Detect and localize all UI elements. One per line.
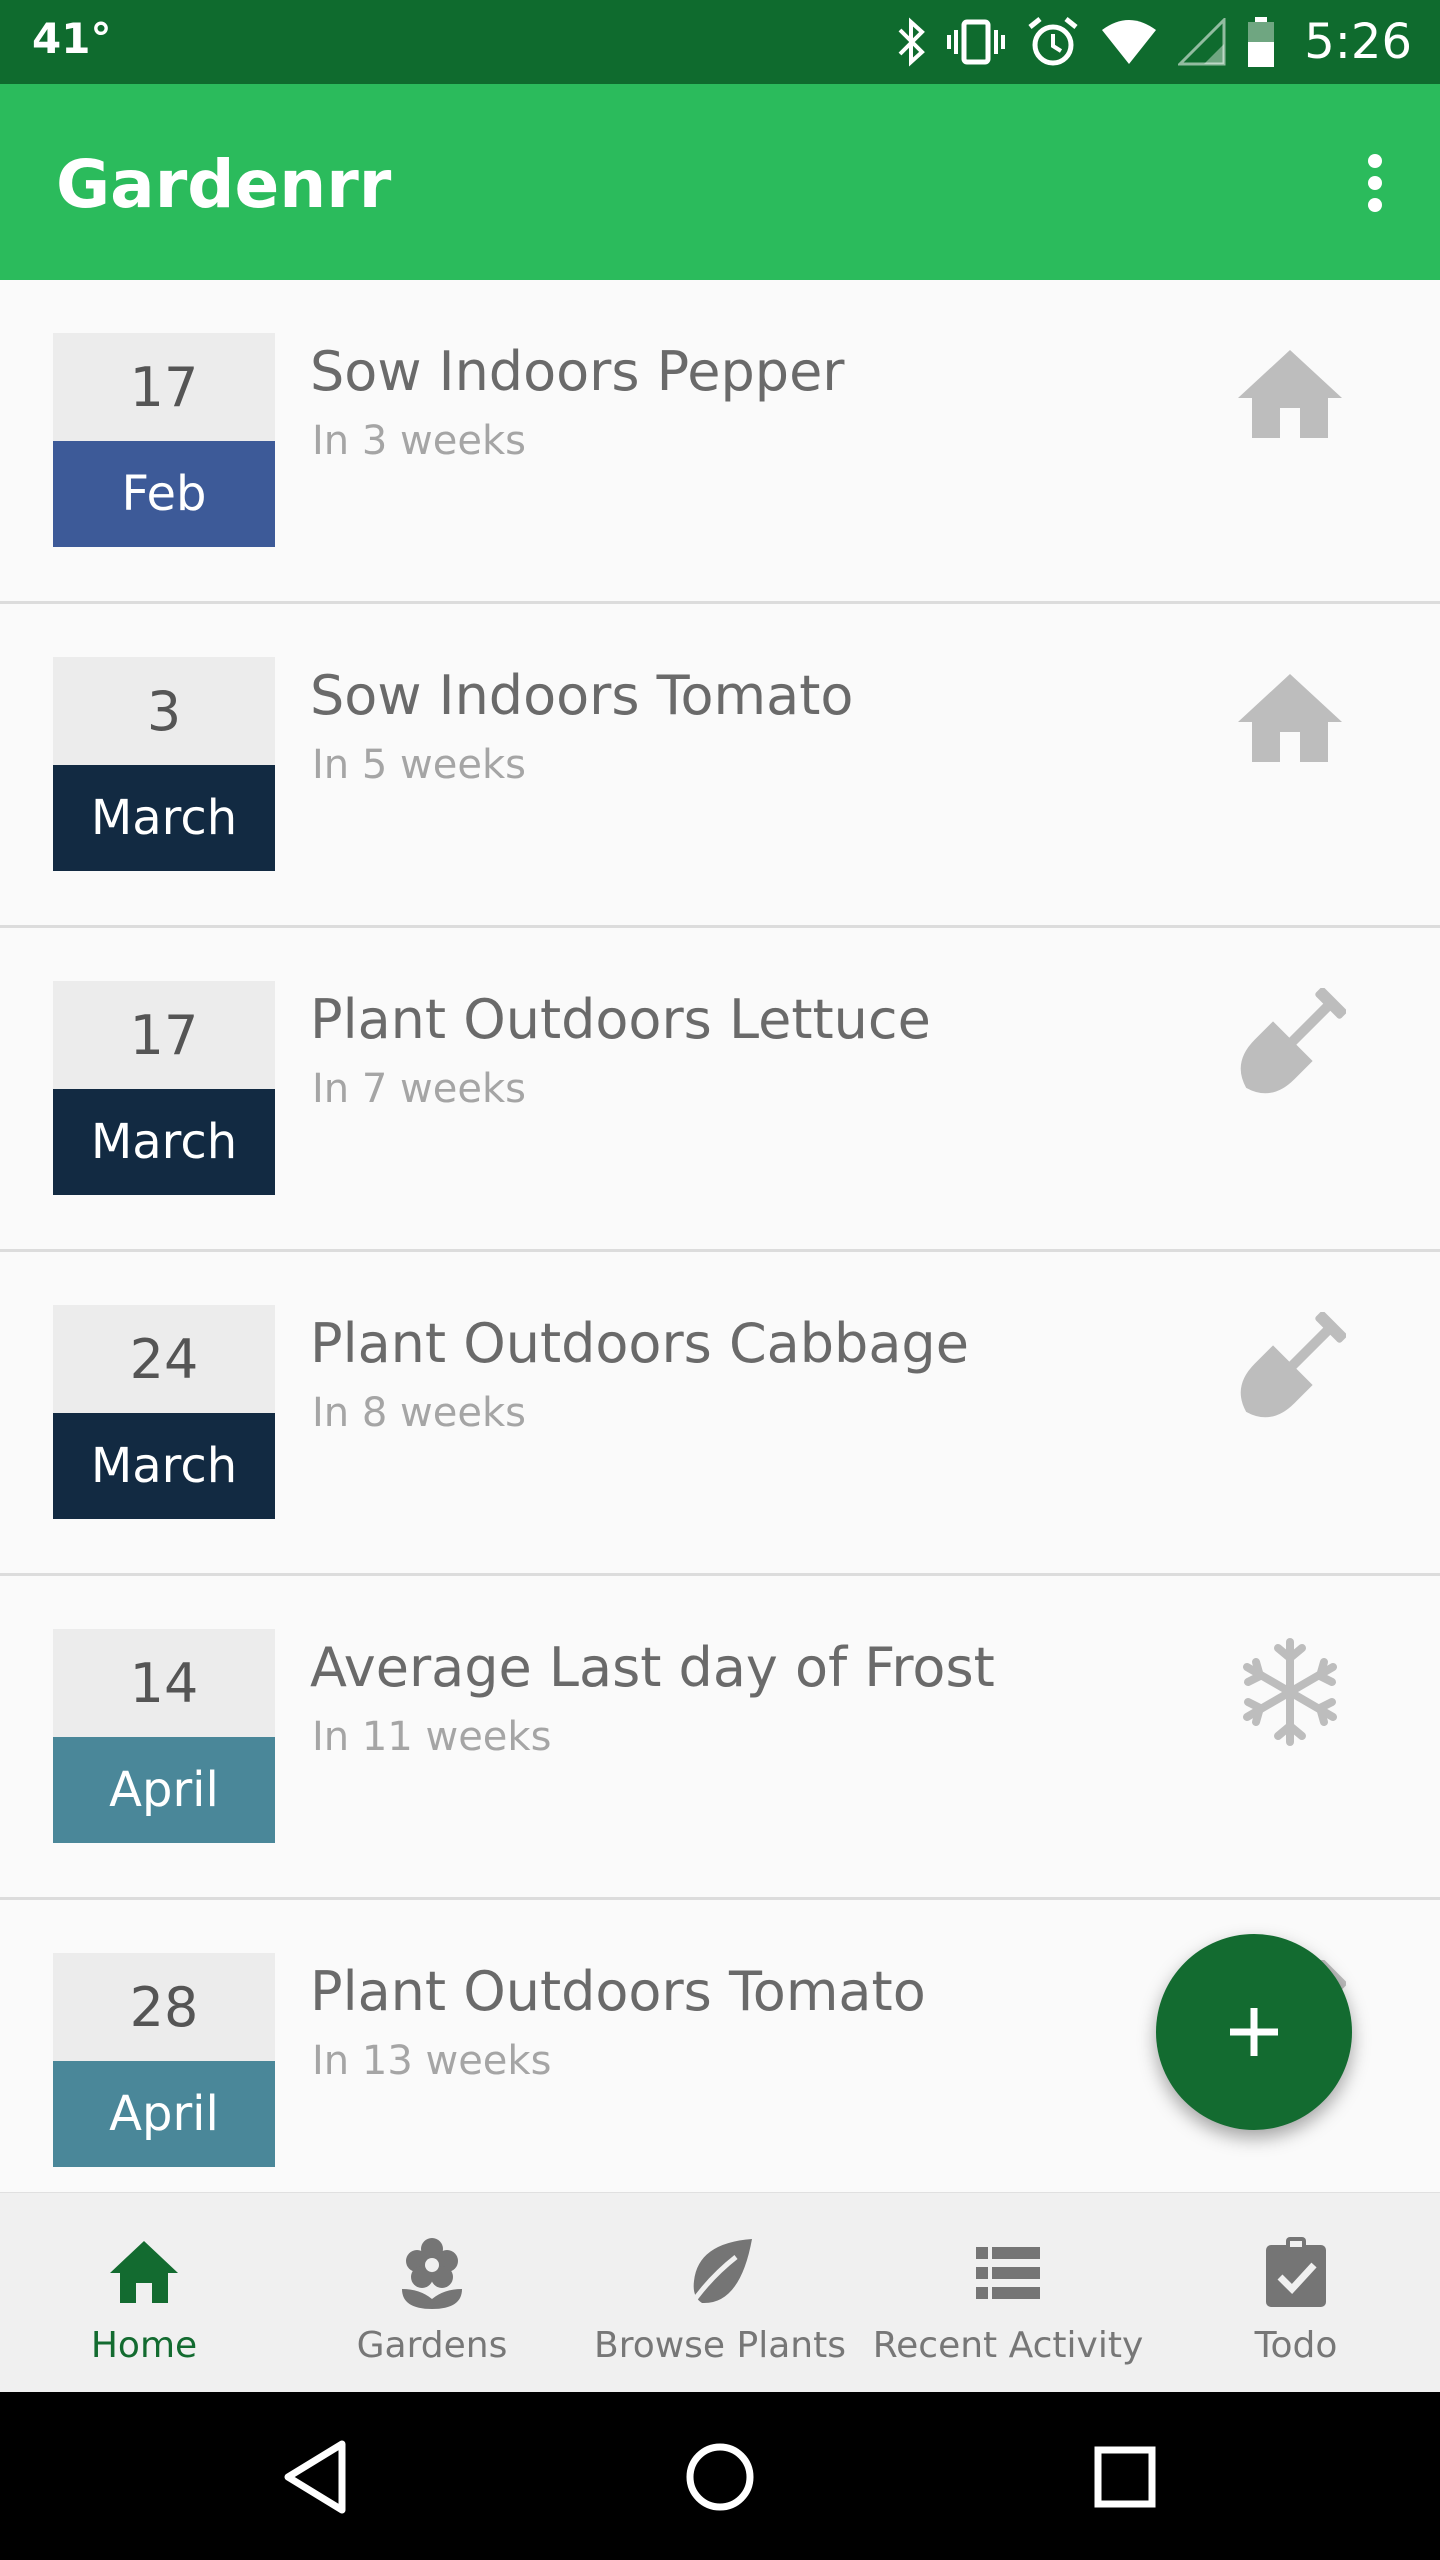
status-icons: 5:26	[896, 10, 1412, 74]
shovel-icon	[1234, 987, 1347, 1100]
date-month: April	[53, 2061, 275, 2167]
status-bar: 41° 5:26	[0, 0, 1440, 84]
event-row[interactable]: 14 April Average Last day of Frost In 11 we…	[0, 1576, 1440, 1900]
date-day: 3	[53, 657, 275, 765]
event-title: Plant Outdoors Tomato	[310, 1960, 926, 2023]
event-list: 17 Feb Sow Indoors Pepper In 3 weeks 3 March S…	[0, 280, 1440, 2192]
event-row[interactable]: 3 March Sow Indoors Tomato In 5 weeks	[0, 604, 1440, 928]
event-title: Average Last day of Frost	[310, 1636, 995, 1699]
wifi-icon	[1102, 20, 1157, 64]
shovel-icon	[1234, 1311, 1347, 1424]
date-month: April	[53, 1737, 275, 1843]
date-badge: 28 April	[53, 1953, 275, 2167]
date-day: 14	[53, 1629, 275, 1737]
nav-item-browse-plants[interactable]: Browse Plants	[576, 2193, 864, 2393]
date-badge: 14 April	[53, 1629, 275, 1843]
nav-item-todo[interactable]: Todo	[1152, 2193, 1440, 2393]
event-title: Sow Indoors Tomato	[310, 664, 854, 727]
app-bar: Gardenrr	[0, 84, 1440, 280]
date-month: March	[53, 1089, 275, 1195]
plus-icon	[1230, 2008, 1278, 2056]
nav-item-home[interactable]: Home	[0, 2193, 288, 2393]
event-subtitle: In 8 weeks	[312, 1390, 526, 1436]
date-badge: 3 March	[53, 657, 275, 871]
flower-icon	[392, 2233, 472, 2313]
date-badge: 24 March	[53, 1305, 275, 1519]
nav-item-gardens[interactable]: Gardens	[288, 2193, 576, 2393]
bottom-nav: Home Gardens Browse Plants Recent Activity T…	[0, 2192, 1440, 2393]
date-month: Feb	[53, 441, 275, 547]
add-button[interactable]	[1156, 1934, 1352, 2130]
recents-icon[interactable]	[1080, 2432, 1170, 2522]
date-month: March	[53, 1413, 275, 1519]
date-badge: 17 March	[53, 981, 275, 1195]
system-nav-bar	[0, 2392, 1440, 2560]
event-row[interactable]: 17 March Plant Outdoors Lettuce In 7 weeks	[0, 928, 1440, 1252]
event-subtitle: In 3 weeks	[312, 418, 526, 464]
event-subtitle: In 13 weeks	[312, 2038, 552, 2084]
date-badge: 17 Feb	[53, 333, 275, 547]
nav-label: Todo	[1254, 2325, 1338, 2366]
signal-icon	[1178, 18, 1226, 66]
list-icon	[968, 2233, 1048, 2313]
battery-icon	[1248, 17, 1275, 67]
snowflake-icon	[1234, 1636, 1346, 1748]
nav-label: Recent Activity	[872, 2325, 1144, 2366]
temperature: 41°	[32, 14, 112, 63]
date-day: 28	[53, 1953, 275, 2061]
nav-item-recent-activity[interactable]: Recent Activity	[864, 2193, 1152, 2393]
clock: 5:26	[1304, 14, 1412, 70]
house-icon	[1234, 664, 1346, 776]
date-day: 17	[53, 981, 275, 1089]
event-title: Sow Indoors Pepper	[310, 340, 845, 403]
alarm-icon	[1028, 17, 1078, 66]
house-icon	[1234, 340, 1346, 452]
event-row[interactable]: 17 Feb Sow Indoors Pepper In 3 weeks	[0, 280, 1440, 604]
nav-label: Gardens	[356, 2325, 508, 2366]
date-month: March	[53, 765, 275, 871]
event-title: Plant Outdoors Cabbage	[310, 1312, 969, 1375]
event-subtitle: In 5 weeks	[312, 742, 526, 788]
event-subtitle: In 7 weeks	[312, 1066, 526, 1112]
more-vert-icon[interactable]	[1364, 154, 1388, 212]
nav-label: Browse Plants	[594, 2325, 846, 2366]
event-row[interactable]: 24 March Plant Outdoors Cabbage In 8 weeks	[0, 1252, 1440, 1576]
date-day: 24	[53, 1305, 275, 1413]
bluetooth-icon	[898, 17, 926, 67]
event-title: Plant Outdoors Lettuce	[310, 988, 931, 1051]
back-icon[interactable]	[270, 2432, 360, 2522]
app-title: Gardenrr	[56, 146, 392, 223]
nav-label: Home	[90, 2325, 198, 2366]
home-icon	[104, 2233, 184, 2313]
date-day: 17	[53, 333, 275, 441]
leaf-icon	[680, 2233, 760, 2313]
home-circle-icon[interactable]	[675, 2432, 765, 2522]
clipboard-check-icon	[1256, 2233, 1336, 2313]
event-subtitle: In 11 weeks	[312, 1714, 552, 1760]
vibrate-icon	[947, 19, 1006, 65]
